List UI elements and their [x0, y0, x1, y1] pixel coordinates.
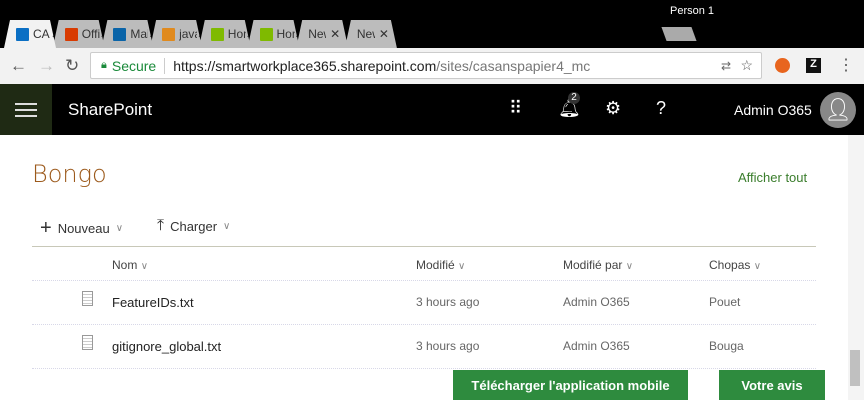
address-bar-area: ← → ↻ 🔒︎ Secure https://smartworkplace36…	[0, 48, 864, 84]
tab-label: Hom	[276, 27, 292, 41]
forward-icon[interactable]: →	[38, 56, 55, 76]
favicon-icon	[211, 28, 224, 41]
modified: 3 hours ago	[416, 339, 480, 353]
profile-name[interactable]: Person 1	[670, 5, 714, 17]
column-header-chopas[interactable]: Chopas ∨	[709, 258, 761, 272]
star-icon[interactable]: ☆	[740, 57, 753, 74]
divider	[164, 57, 166, 74]
avatar[interactable]: 👤︎	[820, 92, 856, 128]
upload-label: Charger	[170, 218, 218, 234]
menu-icon[interactable]: ⋮	[838, 55, 854, 75]
chopas: Pouet	[709, 295, 741, 309]
column-header-modified-by[interactable]: Modifié par ∨	[563, 258, 633, 272]
lock-icon: 🔒︎	[101, 59, 107, 71]
user-name[interactable]: Admin O365	[734, 102, 812, 118]
help-icon[interactable]: ?	[656, 98, 666, 119]
chevron-down-icon: ∨	[140, 261, 149, 272]
tab-label: Hom	[227, 27, 244, 41]
column-label: Modifié par	[563, 258, 623, 272]
waffle-icon[interactable]: ⠿	[509, 98, 522, 119]
chevron-down-icon: ∨	[458, 261, 466, 272]
chevron-down-icon: ∨	[753, 261, 762, 272]
url-input[interactable]: 🔒︎ Secure https://smartworkplace365.shar…	[90, 52, 762, 79]
chopas: Bouga	[709, 339, 744, 353]
favicon-icon	[65, 28, 78, 41]
close-tab-icon[interactable]: ✕	[330, 27, 340, 41]
column-label: Nom	[112, 258, 138, 272]
app-name[interactable]: SharePoint	[68, 100, 152, 120]
new-button[interactable]: + Nouveau ∨	[40, 217, 123, 240]
upload-button[interactable]: ⤒ Charger ∨	[157, 217, 230, 235]
modified-by[interactable]: Admin O365	[563, 295, 630, 309]
gear-icon[interactable]: ⚙	[605, 98, 621, 119]
tab-label: CA	[33, 27, 50, 41]
notification-badge: 2	[568, 92, 580, 104]
text-file-icon	[82, 335, 93, 350]
column-label: Modifié	[416, 258, 455, 272]
new-label: Nouveau	[57, 221, 110, 236]
close-tab-icon[interactable]: ✕	[379, 27, 389, 41]
column-label: Chopas	[709, 258, 751, 272]
table-row[interactable]: gitignore_global.txt 3 hours ago Admin O…	[32, 325, 816, 369]
page-title: Bongo	[32, 160, 107, 188]
tab-label: New Ta	[356, 27, 373, 41]
file-name[interactable]: FeatureIDs.txt	[112, 295, 194, 310]
favicon-icon	[113, 28, 126, 41]
reload-icon[interactable]: ↻	[65, 56, 79, 76]
suite-bar: SharePoint ⠿ 🔔︎ 2 ⚙ ? Admin O365 👤︎	[0, 84, 864, 135]
tab-label: Mai	[130, 27, 149, 41]
browser-tab[interactable]: Hom✕	[199, 20, 251, 48]
feedback-button[interactable]: Votre avis	[719, 370, 825, 400]
favicon-icon	[16, 28, 29, 41]
chevron-down-icon: ∨	[115, 223, 124, 234]
divider	[32, 246, 816, 247]
show-all-link[interactable]: Afficher tout	[738, 170, 807, 185]
url-host: https://smartworkplace365.sharepoint.com	[173, 57, 437, 74]
new-tab-button[interactable]	[661, 27, 697, 41]
modified: 3 hours ago	[416, 295, 480, 309]
browser-tab[interactable]: New Ta ✕	[345, 20, 397, 48]
browser-tab[interactable]: New Ta ✕	[296, 20, 348, 48]
browser-tab[interactable]: java✕	[150, 20, 202, 48]
app-launcher-menu-icon[interactable]	[0, 84, 52, 135]
text-file-icon	[82, 291, 93, 306]
url-path: /sites/casanspapier4_mc	[436, 57, 591, 74]
browser-tab[interactable]: Offi✕	[53, 20, 105, 48]
tab-label: Offi	[81, 27, 100, 41]
upload-icon: ⤒	[157, 217, 165, 234]
tab-label: New Ta	[308, 27, 324, 41]
chevron-down-icon: ∨	[625, 261, 634, 272]
favicon-icon	[162, 28, 175, 41]
secure-label: Secure	[111, 57, 157, 74]
zotero-icon[interactable]: Z	[806, 58, 821, 73]
browser-tab[interactable]: CA✕	[4, 20, 56, 48]
download-mobile-app-button[interactable]: Télécharger l'application mobile	[453, 370, 688, 400]
scrollbar-thumb[interactable]	[850, 350, 860, 386]
plus-icon: +	[40, 217, 52, 239]
modified-by[interactable]: Admin O365	[563, 339, 630, 353]
extension-icon[interactable]	[775, 58, 790, 73]
table-row[interactable]: FeatureIDs.txt 3 hours ago Admin O365 Po…	[32, 281, 816, 325]
browser-tab[interactable]: Hom✕	[248, 20, 300, 48]
file-name[interactable]: gitignore_global.txt	[112, 339, 221, 354]
favicon-icon	[260, 28, 273, 41]
column-header-modified[interactable]: Modifié ∨	[416, 258, 465, 272]
translate-icon[interactable]: ⇄	[721, 59, 731, 73]
column-header-name[interactable]: Nom ∨	[112, 258, 148, 272]
chevron-down-icon: ∨	[223, 220, 231, 232]
back-icon[interactable]: ←	[10, 56, 27, 76]
tab-label: java	[179, 27, 195, 41]
browser-tab[interactable]: Mai✕	[101, 20, 153, 48]
